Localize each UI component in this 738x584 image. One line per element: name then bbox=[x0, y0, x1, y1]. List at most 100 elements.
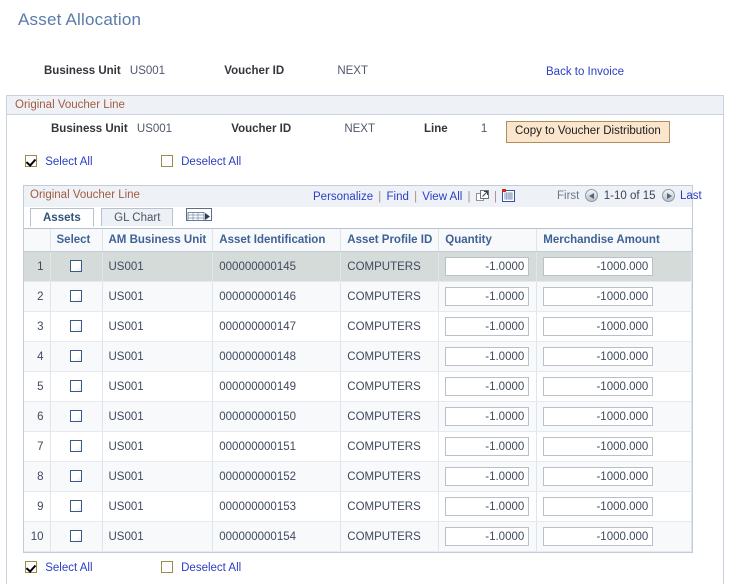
show-all-columns-icon[interactable] bbox=[185, 208, 212, 221]
merchandise-amount-input[interactable] bbox=[543, 467, 654, 486]
column-header-am-business-unit: AM Business Unit bbox=[102, 229, 214, 252]
quantity-input[interactable] bbox=[445, 347, 530, 366]
column-header-asset-profile-id: Asset Profile ID bbox=[340, 229, 440, 252]
row-merchandise-amount-cell bbox=[536, 401, 692, 432]
download-to-spreadsheet-icon[interactable] bbox=[502, 189, 516, 202]
quantity-input[interactable] bbox=[445, 287, 530, 306]
deselect-all-checkbox-bottom[interactable] bbox=[160, 561, 173, 573]
row-select-cell bbox=[50, 491, 103, 522]
row-select-checkbox[interactable] bbox=[70, 530, 82, 542]
column-header-select: Select bbox=[50, 229, 103, 252]
row-select-checkbox[interactable] bbox=[70, 320, 82, 332]
select-all-link-bottom[interactable]: Select All bbox=[45, 562, 92, 574]
merchandise-amount-input[interactable] bbox=[543, 377, 654, 396]
merchandise-amount-input[interactable] bbox=[543, 317, 654, 336]
merchandise-amount-input[interactable] bbox=[543, 347, 654, 366]
row-select-checkbox[interactable] bbox=[70, 440, 82, 452]
table-row: 4 US001 000000000148 COMPUTERS bbox=[24, 341, 692, 372]
row-select-cell bbox=[50, 311, 103, 342]
row-select-checkbox[interactable] bbox=[70, 380, 82, 392]
quantity-input[interactable] bbox=[445, 257, 530, 276]
quantity-input[interactable] bbox=[445, 437, 530, 456]
row-range-label: 1-10 of 15 bbox=[603, 190, 656, 202]
copy-to-voucher-distribution-button[interactable]: Copy to Voucher Distribution bbox=[506, 121, 670, 143]
tab-assets[interactable]: Assets bbox=[30, 208, 94, 227]
next-page-icon[interactable] bbox=[661, 189, 675, 202]
quantity-input[interactable] bbox=[445, 317, 530, 336]
row-number: 5 bbox=[24, 371, 51, 402]
quantity-input[interactable] bbox=[445, 377, 530, 396]
merchandise-amount-input[interactable] bbox=[543, 527, 654, 546]
table-row: 5 US001 000000000149 COMPUTERS bbox=[24, 371, 692, 402]
row-asset-profile-id: COMPUTERS bbox=[340, 281, 440, 312]
panel-business-unit-label: Business Unit bbox=[51, 123, 128, 135]
tab-gl-chart[interactable]: GL Chart bbox=[101, 208, 174, 226]
view-all-link[interactable]: View All bbox=[422, 191, 462, 203]
row-asset-identification: 000000000153 bbox=[212, 491, 342, 522]
row-am-business-unit: US001 bbox=[102, 521, 214, 552]
row-quantity-cell bbox=[438, 521, 538, 552]
panel-voucher-id-value: NEXT bbox=[344, 123, 375, 135]
table-row: 8 US001 000000000152 COMPUTERS bbox=[24, 461, 692, 492]
merchandise-amount-input[interactable] bbox=[543, 497, 654, 516]
select-bar-top: Select All Deselect All bbox=[7, 155, 723, 177]
panel-business-unit-value: US001 bbox=[136, 123, 173, 135]
grid-title: Original Voucher Line bbox=[30, 189, 140, 201]
quantity-input[interactable] bbox=[445, 527, 530, 546]
expand-window-icon[interactable] bbox=[475, 190, 489, 202]
find-link[interactable]: Find bbox=[387, 191, 409, 203]
row-select-checkbox[interactable] bbox=[70, 500, 82, 512]
header-business-unit-label: Business Unit bbox=[44, 65, 121, 77]
row-asset-identification: 000000000152 bbox=[212, 461, 342, 492]
merchandise-amount-input[interactable] bbox=[543, 287, 654, 306]
row-asset-profile-id: COMPUTERS bbox=[340, 251, 440, 282]
deselect-all-checkbox-top[interactable] bbox=[160, 155, 173, 167]
row-select-cell bbox=[50, 521, 103, 552]
last-label[interactable]: Last bbox=[680, 190, 702, 202]
row-merchandise-amount-cell bbox=[536, 431, 692, 462]
previous-page-icon[interactable] bbox=[584, 189, 598, 202]
row-quantity-cell bbox=[438, 311, 538, 342]
row-asset-profile-id: COMPUTERS bbox=[340, 521, 440, 552]
row-am-business-unit: US001 bbox=[102, 281, 214, 312]
row-select-checkbox[interactable] bbox=[70, 350, 82, 362]
first-label[interactable]: First bbox=[557, 190, 579, 202]
merchandise-amount-input[interactable] bbox=[543, 257, 654, 276]
row-number: 8 bbox=[24, 461, 51, 492]
row-am-business-unit: US001 bbox=[102, 431, 214, 462]
row-am-business-unit: US001 bbox=[102, 311, 214, 342]
row-asset-profile-id: COMPUTERS bbox=[340, 341, 440, 372]
back-to-invoice-link[interactable]: Back to Invoice bbox=[546, 66, 624, 78]
row-number: 1 bbox=[24, 251, 51, 282]
deselect-all-link-bottom[interactable]: Deselect All bbox=[181, 562, 241, 574]
table-body: 1US001000000000145COMPUTERS2US0010000000… bbox=[24, 251, 692, 552]
row-number: 6 bbox=[24, 401, 51, 432]
merchandise-amount-input[interactable] bbox=[543, 407, 654, 426]
panel-voucher-id-label: Voucher ID bbox=[231, 123, 292, 135]
table-header-row: Select AM Business Unit Asset Identifica… bbox=[24, 229, 692, 252]
table-row: 10 US001 000000000154 COMPUTERS bbox=[24, 521, 692, 552]
header-business-unit-value: US001 bbox=[129, 65, 166, 77]
quantity-input[interactable] bbox=[445, 407, 530, 426]
personalize-link[interactable]: Personalize bbox=[313, 191, 373, 203]
deselect-all-link-top[interactable]: Deselect All bbox=[181, 156, 241, 168]
header-voucher-id-value: NEXT bbox=[337, 65, 368, 77]
row-asset-profile-id: COMPUTERS bbox=[340, 491, 440, 522]
row-select-checkbox[interactable] bbox=[70, 260, 82, 272]
table-row: 7 US001 000000000151 COMPUTERS bbox=[24, 431, 692, 462]
select-bar-bottom: Select All Deselect All bbox=[7, 561, 723, 583]
panel-line-value: 1 bbox=[480, 123, 488, 135]
row-quantity-cell bbox=[438, 281, 538, 312]
row-select-checkbox[interactable] bbox=[70, 410, 82, 422]
quantity-input[interactable] bbox=[445, 497, 530, 516]
row-asset-profile-id: COMPUTERS bbox=[340, 431, 440, 462]
row-select-checkbox[interactable] bbox=[70, 470, 82, 482]
row-asset-identification: 000000000145 bbox=[212, 251, 342, 282]
select-all-checkbox-top[interactable] bbox=[25, 155, 37, 167]
merchandise-amount-input[interactable] bbox=[543, 437, 654, 456]
quantity-input[interactable] bbox=[445, 467, 530, 486]
select-all-link-top[interactable]: Select All bbox=[45, 156, 92, 168]
select-all-checkbox-bottom[interactable] bbox=[25, 561, 37, 573]
row-select-checkbox[interactable] bbox=[70, 290, 82, 302]
row-number: 7 bbox=[24, 431, 51, 462]
